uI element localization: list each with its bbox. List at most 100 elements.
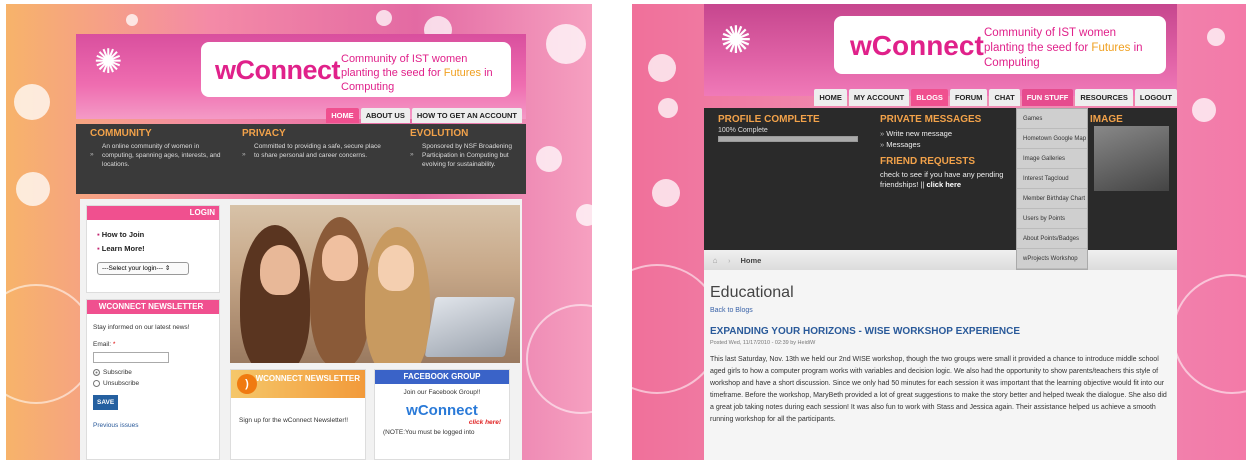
decor-ring	[526, 304, 592, 414]
column-text: Committed to providing a safe, secure pl…	[242, 142, 382, 160]
facebook-wconnect-logo[interactable]: wConnect	[375, 402, 509, 419]
column-title: COMMUNITY	[90, 128, 152, 139]
nav-home[interactable]: HOME	[326, 108, 359, 123]
breadcrumb: ⌂ › Home	[704, 250, 1177, 270]
menu-users-by-points[interactable]: Users by Points	[1017, 209, 1087, 229]
site-logo: wConnect	[215, 55, 341, 85]
menu-image-galleries[interactable]: Image Galleries	[1017, 149, 1087, 169]
hero-photo	[230, 205, 520, 363]
facebook-widget: FACEBOOK GROUP Join our Facebook Group!!…	[374, 369, 510, 460]
progress-fill	[719, 137, 857, 141]
rss-icon: )	[237, 374, 257, 394]
save-button[interactable]: SAVE	[93, 395, 119, 410]
unsubscribe-radio[interactable]: Unsubscribe	[93, 378, 213, 389]
home-icon[interactable]: ⌂	[704, 256, 726, 265]
info-bar: COMMUNITY An online community of women i…	[76, 124, 526, 194]
facebook-click-here-link[interactable]: click here!	[375, 419, 509, 426]
post-body: This last Saturday, Nov. 13th we held ou…	[710, 356, 1167, 423]
click-here-link[interactable]: click here	[926, 180, 961, 189]
member-bar: PROFILE COMPLETE 100% Complete PRIVATE M…	[704, 108, 1177, 250]
learn-more-link[interactable]: Learn More!	[97, 242, 219, 256]
column-text: Sponsored by NSF Broadening Participatio…	[410, 142, 522, 169]
main-content: ⌂ › Home Educational Back to Blogs EXPAN…	[704, 250, 1177, 460]
nav-fun-stuff[interactable]: FUN STUFF	[1021, 89, 1074, 106]
nav-about-us[interactable]: ABOUT US	[360, 108, 410, 123]
messages-link[interactable]: Messages	[880, 139, 1030, 150]
right-site: ✺ wConnect Community of IST women planti…	[704, 4, 1177, 460]
photo-face	[260, 245, 300, 295]
nav-resources[interactable]: RESOURCES	[1075, 89, 1133, 106]
dandelion-icon: ✺	[94, 43, 123, 81]
post-meta: Posted Wed, 11/17/2010 - 02:39 by HeidiW	[710, 340, 816, 346]
decor-bubble	[648, 54, 676, 82]
menu-birthday-chart[interactable]: Member Birthday Chart	[1017, 189, 1087, 209]
logo-banner[interactable]: wConnect Community of IST women planting…	[201, 42, 511, 97]
menu-interest-tagcloud[interactable]: Interest Tagcloud	[1017, 169, 1087, 189]
nav-logout[interactable]: LOGOUT	[1134, 89, 1177, 106]
decor-bubble	[1192, 98, 1216, 122]
email-field[interactable]	[93, 352, 169, 363]
decor-bubble	[546, 24, 586, 64]
profile-title: PROFILE COMPLETE	[718, 114, 820, 125]
newsletter-body: Stay informed on our latest news! Email:…	[87, 314, 219, 439]
nav-how-to-get-account[interactable]: HOW TO GET AN ACCOUNT	[411, 108, 522, 123]
nav-my-account[interactable]: MY ACCOUNT	[848, 89, 910, 106]
image-section: IMAGE	[1090, 114, 1123, 125]
facebook-widget-title: FACEBOOK GROUP	[375, 370, 509, 384]
menu-wprojects[interactable]: wProjects Workshop	[1017, 249, 1087, 269]
login-select[interactable]: ---Select your login--- ⇕	[97, 262, 189, 275]
breadcrumb-home[interactable]: Home	[741, 256, 762, 265]
email-label: Email: *	[93, 341, 116, 348]
pm-section: PRIVATE MESSAGES Write new message Messa…	[880, 114, 1030, 190]
how-to-join-link[interactable]: How to Join	[97, 228, 219, 242]
column-title: EVOLUTION	[410, 128, 469, 139]
logo-banner[interactable]: wConnect Community of IST women planting…	[834, 16, 1166, 74]
menu-hometown-map[interactable]: Hometown Google Map	[1017, 129, 1087, 149]
decor-bubble	[126, 14, 138, 26]
nav-home[interactable]: HOME	[814, 89, 847, 106]
subscribe-radio[interactable]: Subscribe	[93, 367, 213, 378]
column-title: PRIVACY	[242, 128, 286, 139]
site-logo: wConnect	[850, 30, 984, 61]
decor-bubble	[14, 84, 50, 120]
decor-bubble	[658, 98, 678, 118]
decor-ring	[1172, 274, 1246, 394]
pm-list: Write new message Messages	[880, 128, 1030, 150]
login-links: How to Join Learn More!	[87, 220, 219, 256]
login-panel: LOGIN How to Join Learn More! ---Select …	[86, 205, 220, 293]
chevron-right-icon: ›	[728, 255, 731, 265]
site-tagline: Community of IST women planting the seed…	[341, 53, 493, 93]
nav-forum[interactable]: FORUM	[949, 89, 988, 106]
newsletter-intro: Stay informed on our latest news!	[93, 324, 190, 331]
nav-blogs[interactable]: BLOGS	[911, 89, 948, 106]
column-text: An online community of women in computin…	[90, 142, 230, 169]
facebook-note: (NOTE:You must be logged into	[383, 429, 475, 436]
decor-bubble	[576, 204, 592, 226]
main-nav: HOME MY ACCOUNT BLOGS FORUM CHAT FUN STU…	[814, 89, 1177, 106]
left-site: ✺ wConnect Community of IST women planti…	[76, 34, 526, 460]
back-to-blogs-link[interactable]: Back to Blogs	[704, 302, 1177, 314]
rss-widget-text[interactable]: Sign up for the wConnect Newsletter!!	[231, 398, 365, 434]
dandelion-icon: ✺	[720, 20, 752, 62]
fr-title: FRIEND REQUESTS	[880, 156, 976, 167]
screenshot-right: ✺ wConnect Community of IST women planti…	[632, 4, 1246, 460]
pm-title: PRIVATE MESSAGES	[880, 114, 982, 125]
photo-face	[322, 235, 358, 281]
login-title: LOGIN	[87, 206, 219, 220]
member-photo	[1094, 126, 1169, 191]
menu-about-points[interactable]: About Points/Badges	[1017, 229, 1087, 249]
site-header: ✺ wConnect Community of IST women planti…	[704, 4, 1177, 96]
privacy-column: PRIVACY Committed to providing a safe, s…	[242, 128, 382, 160]
newsletter-title: WCONNECT NEWSLETTER	[87, 300, 219, 314]
page-title: Educational	[710, 284, 794, 301]
post-title[interactable]: EXPANDING YOUR HORIZONS - WISE WORKSHOP …	[704, 314, 1177, 337]
nav-chat[interactable]: CHAT	[989, 89, 1020, 106]
evolution-column: EVOLUTION Sponsored by NSF Broadening Pa…	[410, 128, 522, 169]
photo-face	[378, 245, 414, 291]
previous-issues-link[interactable]: Previous issues	[93, 420, 213, 431]
profile-progress-bar	[718, 136, 858, 142]
write-message-link[interactable]: Write new message	[880, 128, 1030, 139]
profile-section: PROFILE COMPLETE 100% Complete	[718, 114, 858, 142]
menu-games[interactable]: Games	[1017, 109, 1087, 129]
rss-newsletter-widget: ) WCONNECT NEWSLETTER Sign up for the wCo…	[230, 369, 366, 460]
